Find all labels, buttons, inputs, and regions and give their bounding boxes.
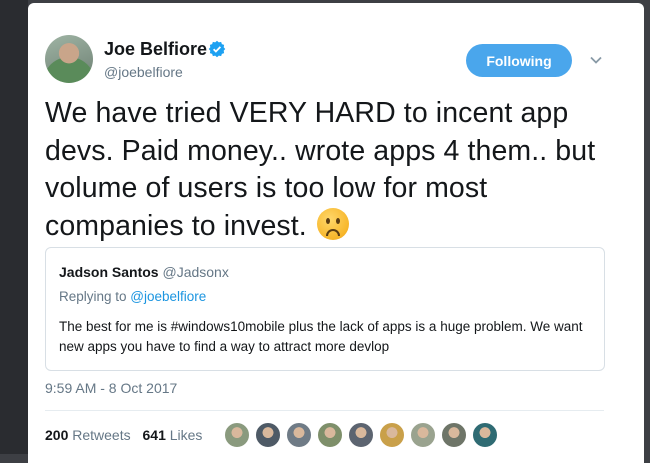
tweet-timestamp[interactable]: 9:59 AM - 8 Oct 2017 [45,380,177,396]
frowning-face-icon [316,207,349,240]
likes-label: Likes [169,427,203,443]
liker-avatar[interactable] [348,422,374,448]
author-name[interactable]: Joe Belfiore [104,39,207,60]
replying-to: Replying to @joebelfiore [59,289,206,304]
quoted-text: The best for me is #windows10mobile plus… [59,319,583,354]
author-avatar[interactable] [45,35,93,83]
liker-avatars [224,422,503,448]
replying-to-label: Replying to [59,289,131,304]
likes-stat[interactable]: 641 Likes [143,427,203,443]
verified-badge-icon [208,40,226,58]
replying-to-handle[interactable]: @joebelfiore [130,289,206,304]
tweet-text: We have tried VERY HARD to incent app de… [45,95,625,245]
quoted-author: Jadson Santos @Jadsonx [59,264,229,280]
liker-avatar[interactable] [224,422,250,448]
quoted-author-name: Jadson Santos [59,264,159,280]
retweets-count: 200 [45,427,69,443]
liker-avatar[interactable] [441,422,467,448]
liker-avatar[interactable] [255,422,281,448]
liker-avatar[interactable] [410,422,436,448]
author-handle[interactable]: @joebelfiore [104,64,183,80]
following-button[interactable]: Following [466,44,572,77]
likes-count: 641 [142,427,166,443]
tweet-card: Joe Belfiore @joebelfiore Following We h… [28,3,644,463]
chevron-down-icon[interactable] [589,53,603,67]
divider [45,410,604,411]
liker-avatar[interactable] [317,422,343,448]
tweet-stats: 200 Retweets 641 Likes [45,427,210,443]
liker-avatar[interactable] [286,422,312,448]
liker-avatar[interactable] [472,422,498,448]
quoted-tweet[interactable]: Jadson Santos @Jadsonx Replying to @joeb… [45,247,605,371]
quoted-author-handle: @Jadsonx [162,264,229,280]
background-left [0,0,28,454]
retweets-label: Retweets [72,427,131,443]
liker-avatar[interactable] [379,422,405,448]
retweets-stat[interactable]: 200 Retweets [45,427,131,443]
